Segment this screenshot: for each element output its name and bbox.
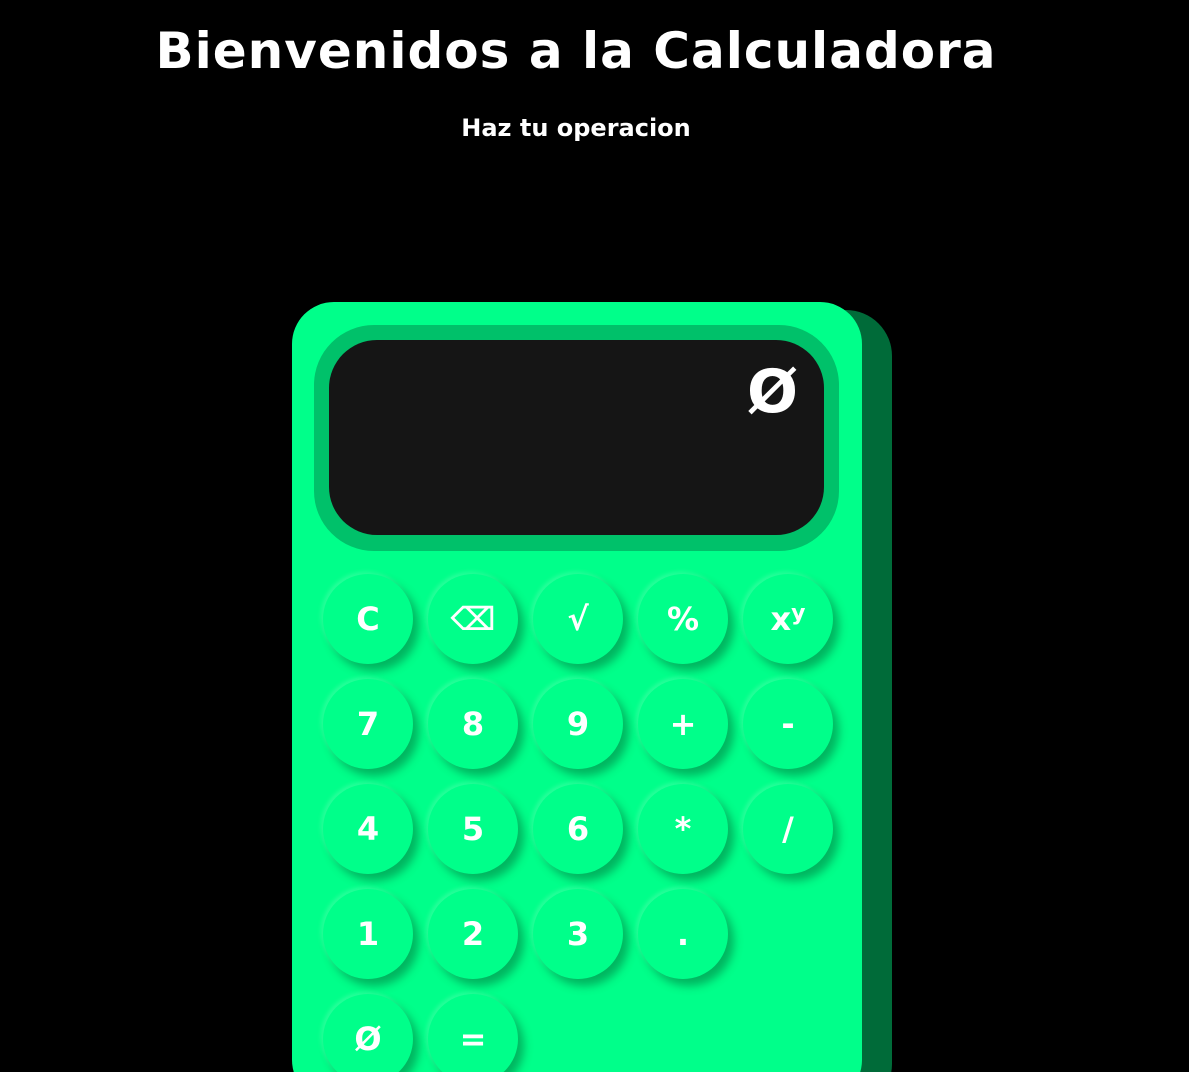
plus-button[interactable]: + — [638, 679, 728, 769]
power-exponent-label: y — [791, 600, 806, 626]
three-button[interactable]: 3 — [533, 889, 623, 979]
two-button[interactable]: 2 — [428, 889, 518, 979]
page-title: Bienvenidos a la Calculadora — [155, 22, 997, 80]
page: Bienvenidos a la Calculadora Haz tu oper… — [0, 0, 1189, 1072]
power-button[interactable]: xy — [743, 574, 833, 664]
display-value: Ø — [746, 357, 798, 427]
calculator-screen: Ø — [329, 340, 824, 535]
zero-button[interactable]: Ø — [323, 994, 413, 1072]
decimal-button[interactable]: . — [638, 889, 728, 979]
power-base-label: x — [770, 600, 792, 638]
screen-frame: Ø — [314, 325, 839, 551]
seven-button[interactable]: 7 — [323, 679, 413, 769]
sqrt-button[interactable]: √ — [533, 574, 623, 664]
backspace-button[interactable]: ⌫ — [428, 574, 518, 664]
equals-button[interactable]: = — [428, 994, 518, 1072]
one-button[interactable]: 1 — [323, 889, 413, 979]
calculator: Ø C ⌫ √ % xy 7 8 9 + - 4 5 6 * / 1 2 3 .… — [292, 302, 862, 1072]
divide-button[interactable]: / — [743, 784, 833, 874]
nine-button[interactable]: 9 — [533, 679, 623, 769]
multiply-button[interactable]: * — [638, 784, 728, 874]
eight-button[interactable]: 8 — [428, 679, 518, 769]
percent-button[interactable]: % — [638, 574, 728, 664]
clear-button[interactable]: C — [323, 574, 413, 664]
six-button[interactable]: 6 — [533, 784, 623, 874]
five-button[interactable]: 5 — [428, 784, 518, 874]
four-button[interactable]: 4 — [323, 784, 413, 874]
page-subtitle: Haz tu operacion — [461, 114, 691, 142]
minus-button[interactable]: - — [743, 679, 833, 769]
